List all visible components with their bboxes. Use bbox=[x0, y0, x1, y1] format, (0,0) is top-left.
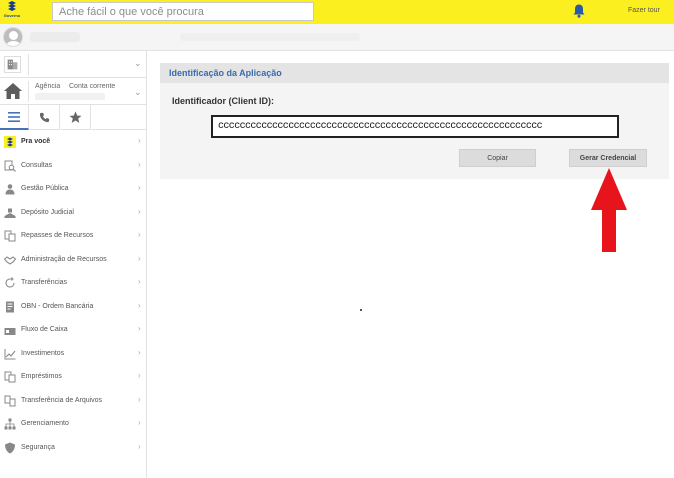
cash-flow-icon bbox=[4, 328, 16, 335]
copy-button[interactable]: Copiar bbox=[459, 149, 536, 167]
stray-dot bbox=[360, 309, 362, 311]
divider bbox=[28, 54, 29, 75]
sidebar: ⌄ Agência Conta corrente ⌄ Pra você › Co… bbox=[0, 51, 147, 478]
chevron-right-icon: › bbox=[138, 371, 141, 380]
sidebar-item-fluxo-caixa[interactable]: Fluxo de Caixa › bbox=[0, 320, 147, 342]
file-transfer-icon bbox=[4, 395, 16, 406]
sidebar-item-seguranca[interactable]: Segurança › bbox=[0, 438, 147, 460]
generate-credential-button[interactable]: Gerar Credencial bbox=[569, 149, 647, 167]
sidebar-item-investimentos[interactable]: Investimentos › bbox=[0, 344, 147, 366]
bell-icon[interactable] bbox=[571, 3, 587, 19]
sidebar-tabs bbox=[0, 105, 147, 130]
tab-menu[interactable] bbox=[0, 105, 29, 130]
application-id-panel: Identificação da Aplicação Identificador… bbox=[160, 63, 669, 179]
sidebar-item-label: Consultas bbox=[21, 161, 53, 169]
logo-text: Governo bbox=[3, 13, 21, 18]
chevron-right-icon: › bbox=[138, 418, 141, 427]
chart-icon bbox=[4, 348, 16, 359]
avatar[interactable] bbox=[3, 27, 23, 47]
shield-icon bbox=[5, 442, 15, 453]
sidebar-item-repasses[interactable]: Repasses de Recursos › bbox=[0, 226, 147, 248]
sidebar-item-label: Repasses de Recursos bbox=[21, 232, 94, 239]
sidebar-item-label: OBN - Ordem Bancária bbox=[21, 302, 94, 310]
sidebar-item-emprestimos[interactable]: Empréstimos › bbox=[0, 367, 147, 389]
chevron-right-icon: › bbox=[138, 347, 141, 357]
sidebar-item-label: Administração de Recursos bbox=[21, 255, 107, 263]
tour-link[interactable]: Fazer tour bbox=[628, 7, 660, 14]
hamburger-menu-icon bbox=[8, 111, 20, 122]
agencia-label: Agência bbox=[35, 83, 61, 90]
user-info-redacted bbox=[180, 33, 360, 41]
chevron-right-icon: › bbox=[138, 159, 141, 169]
chevron-right-icon: › bbox=[138, 230, 141, 239]
tab-phone[interactable] bbox=[30, 105, 60, 130]
sidebar-item-label: Empréstimos bbox=[21, 373, 62, 380]
phone-icon bbox=[39, 112, 50, 122]
panel-header: Identificação da Aplicação bbox=[160, 63, 669, 83]
bb-logo-icon bbox=[8, 1, 16, 11]
sidebar-item-gestao-publica[interactable]: Gestão Pública › bbox=[0, 179, 147, 201]
sidebar-item-transferencia-arquivos[interactable]: Transferência de Arquivos › bbox=[0, 391, 147, 413]
account-number-redacted bbox=[35, 93, 105, 100]
page-title: Identificação da Aplicação bbox=[169, 68, 282, 78]
bb-logo-icon bbox=[4, 136, 16, 148]
sidebar-item-label: Gestão Pública bbox=[21, 185, 69, 192]
tab-favorites[interactable] bbox=[61, 105, 91, 130]
user-bar bbox=[0, 24, 674, 51]
star-icon bbox=[69, 110, 82, 123]
client-selector[interactable]: ⌄ bbox=[0, 51, 147, 78]
chevron-right-icon: › bbox=[138, 300, 141, 310]
bb-logo[interactable]: Governo bbox=[4, 1, 20, 21]
sidebar-item-label: Depósito Judicial bbox=[21, 208, 74, 216]
chevron-right-icon: › bbox=[138, 441, 141, 451]
sidebar-item-label: Transferências bbox=[21, 279, 68, 286]
sidebar-item-label: Fluxo de Caixa bbox=[21, 326, 68, 333]
sidebar-item-gerenciamento[interactable]: Gerenciamento › bbox=[0, 414, 147, 436]
chevron-right-icon: › bbox=[138, 136, 141, 145]
search-document-icon bbox=[4, 160, 16, 172]
sidebar-item-label: Gerenciamento bbox=[21, 420, 69, 427]
sidebar-item-label: Transferência de Arquivos bbox=[21, 396, 103, 404]
conta-label: Conta corrente bbox=[69, 83, 116, 90]
gavel-icon bbox=[4, 208, 16, 218]
sidebar-item-label: Pra você bbox=[21, 138, 51, 145]
transfer-document-icon bbox=[4, 230, 16, 242]
home-icon bbox=[2, 81, 24, 101]
divider bbox=[28, 81, 29, 102]
chevron-down-icon[interactable]: ⌄ bbox=[134, 87, 142, 98]
sidebar-item-administracao[interactable]: Administração de Recursos › bbox=[0, 250, 147, 272]
search-input[interactable]: Ache fácil o que você procura bbox=[52, 2, 314, 21]
org-chart-icon bbox=[4, 418, 16, 430]
chevron-right-icon: › bbox=[138, 394, 141, 404]
handshake-icon bbox=[4, 255, 16, 265]
chevron-right-icon: › bbox=[138, 324, 141, 333]
sidebar-item-label: Segurança bbox=[21, 443, 55, 451]
bank-order-icon bbox=[6, 301, 14, 312]
chevron-right-icon: › bbox=[138, 183, 141, 192]
building-icon bbox=[4, 56, 21, 73]
annotation-arrow-icon bbox=[591, 168, 627, 252]
client-id-label: Identificador (Client ID): bbox=[172, 96, 274, 106]
chevron-down-icon[interactable]: ⌄ bbox=[134, 58, 142, 69]
loan-document-icon bbox=[4, 371, 16, 383]
client-id-field[interactable]: cccccccccccccccccccccccccccccccccccccccc… bbox=[211, 115, 619, 138]
sidebar-item-pra-voce[interactable]: Pra você › bbox=[0, 132, 147, 154]
chevron-right-icon: › bbox=[138, 277, 141, 286]
person-icon bbox=[5, 184, 15, 195]
chevron-right-icon: › bbox=[138, 206, 141, 216]
refresh-icon bbox=[5, 277, 15, 288]
sidebar-item-label: Investimentos bbox=[21, 349, 65, 357]
sidebar-item-consultas[interactable]: Consultas › bbox=[0, 156, 147, 178]
sidebar-item-deposito-judicial[interactable]: Depósito Judicial › bbox=[0, 203, 147, 225]
top-bar: Governo Ache fácil o que você procura Fa… bbox=[0, 0, 674, 24]
chevron-right-icon: › bbox=[138, 253, 141, 263]
account-selector[interactable]: Agência Conta corrente ⌄ bbox=[0, 78, 147, 105]
sidebar-item-transferencias[interactable]: Transferências › bbox=[0, 273, 147, 295]
user-name-redacted bbox=[30, 32, 80, 42]
sidebar-item-obn[interactable]: OBN - Ordem Bancária › bbox=[0, 297, 147, 319]
